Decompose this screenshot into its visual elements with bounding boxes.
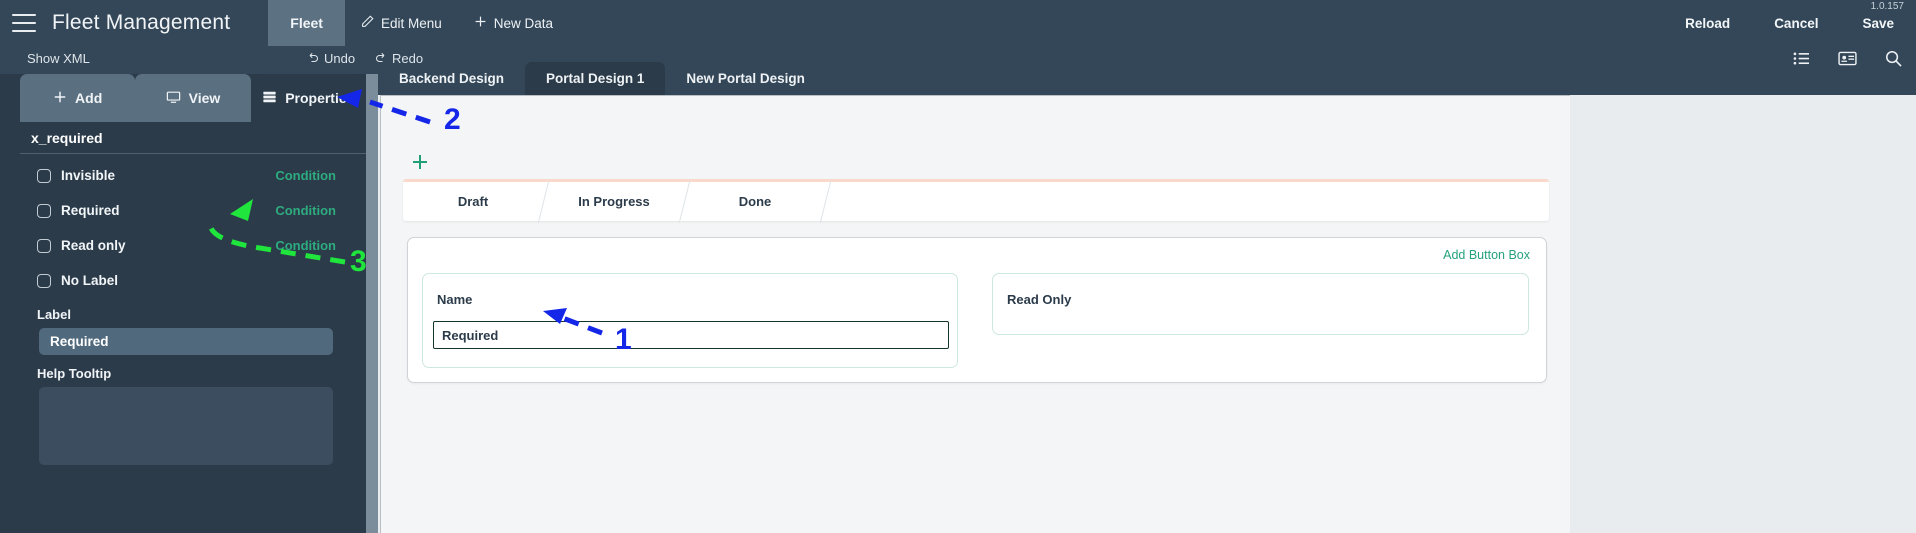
sub-toolbar: Show XML Undo Redo: [0, 46, 1916, 74]
plus-icon: [474, 15, 487, 31]
panel-tab-add[interactable]: Add: [20, 74, 136, 122]
help-tooltip-caption: Help Tooltip: [37, 366, 112, 381]
field-box-name[interactable]: Name: [422, 273, 958, 368]
card-icon[interactable]: [1838, 51, 1857, 66]
new-data-label: New Data: [493, 15, 554, 31]
edit-menu-button[interactable]: Edit Menu: [345, 0, 458, 46]
panel-tab-properties-label: Properties: [285, 90, 355, 106]
design-tab-row: Backend Design Portal Design 1 New Porta…: [378, 53, 826, 95]
panel-tab-view[interactable]: View: [135, 74, 251, 122]
reload-button[interactable]: Reload: [1663, 16, 1752, 31]
stage-draft[interactable]: Draft: [403, 194, 543, 209]
required-condition-link[interactable]: Condition: [275, 203, 336, 218]
design-tab-strip: Backend Design Portal Design 1 New Porta…: [378, 62, 1916, 95]
invisible-checkbox[interactable]: [37, 168, 51, 183]
pencil-icon: [361, 15, 374, 31]
top-nav-items: Fleet Edit Menu New Data: [268, 0, 569, 46]
panel-tab-view-label: View: [188, 90, 221, 106]
read-only-label: Read only: [61, 238, 126, 253]
property-row-required: Required Condition: [20, 195, 366, 226]
read-only-condition-link[interactable]: Condition: [275, 238, 336, 253]
save-button[interactable]: Save: [1840, 16, 1916, 31]
label-input[interactable]: [39, 328, 333, 355]
invisible-condition-link[interactable]: Condition: [275, 168, 336, 183]
add-button-box-link[interactable]: Add Button Box: [1443, 248, 1530, 262]
help-tooltip-textarea[interactable]: [39, 387, 333, 465]
panel-splitter[interactable]: [366, 74, 378, 533]
version-label: 1.0.157: [1870, 1, 1904, 12]
label-field-caption: Label: [37, 307, 71, 322]
no-label-checkbox[interactable]: [37, 273, 51, 288]
nav-tab-fleet[interactable]: Fleet: [268, 0, 345, 46]
sub-toolbar-icons: [1793, 50, 1902, 67]
show-xml-button[interactable]: Show XML: [27, 51, 90, 66]
search-icon[interactable]: [1885, 50, 1902, 67]
hamburger-menu-icon[interactable]: [12, 14, 36, 32]
read-only-checkbox[interactable]: [37, 238, 51, 253]
main-content-area: Backend Design Portal Design 1 New Porta…: [378, 62, 1916, 533]
stage-pipeline: Draft In Progress Done: [403, 179, 1549, 223]
monitor-icon: [166, 90, 181, 107]
top-navigation-bar: Fleet Management Fleet Edit Menu New Dat…: [0, 0, 1916, 46]
invisible-label: Invisible: [61, 168, 116, 183]
undo-label: Undo: [324, 51, 356, 66]
panel-tab-properties[interactable]: Properties: [250, 74, 366, 122]
required-label: Required: [61, 203, 120, 218]
required-checkbox[interactable]: [37, 203, 51, 218]
property-row-read-only: Read only Condition: [20, 230, 366, 261]
app-title: Fleet Management: [52, 11, 231, 34]
edit-menu-label: Edit Menu: [380, 15, 442, 31]
properties-form: Invisible Condition Required Condition R…: [20, 156, 366, 470]
cancel-button[interactable]: Cancel: [1752, 16, 1840, 31]
property-row-no-label: No Label: [20, 265, 366, 296]
undo-button[interactable]: Undo: [307, 51, 355, 66]
name-field-label: Name: [437, 292, 473, 307]
read-only-field-label: Read Only: [1007, 292, 1072, 307]
tab-backend-design[interactable]: Backend Design: [378, 62, 525, 95]
properties-icon: [262, 90, 277, 107]
stage-in-progress[interactable]: In Progress: [544, 194, 684, 209]
stage-done[interactable]: Done: [685, 194, 825, 209]
app-window: Fleet Management Fleet Edit Menu New Dat…: [0, 0, 1916, 533]
tab-portal-design-1[interactable]: Portal Design 1: [525, 62, 666, 95]
form-card: Add Button Box Name Read Only: [407, 237, 1547, 383]
field-name-header: x_required: [20, 122, 366, 154]
field-box-read-only[interactable]: Read Only: [992, 273, 1529, 335]
panel-tab-add-label: Add: [75, 90, 103, 106]
list-icon[interactable]: [1793, 51, 1810, 66]
undo-arrow-icon: [307, 51, 319, 66]
property-row-invisible: Invisible Condition: [20, 160, 366, 191]
tab-new-portal-design[interactable]: New Portal Design: [665, 62, 826, 95]
plus-icon: [53, 90, 67, 107]
no-label-label: No Label: [61, 273, 119, 288]
properties-panel: Add View Properties x_required Invisible…: [0, 74, 366, 533]
panel-tab-strip: Add View Properties: [20, 74, 366, 122]
name-field-input[interactable]: [433, 321, 949, 349]
new-data-button[interactable]: New Data: [458, 0, 569, 46]
add-element-plus-icon[interactable]: [411, 153, 429, 175]
design-canvas: Draft In Progress Done Add Button Box Na…: [380, 95, 1570, 533]
